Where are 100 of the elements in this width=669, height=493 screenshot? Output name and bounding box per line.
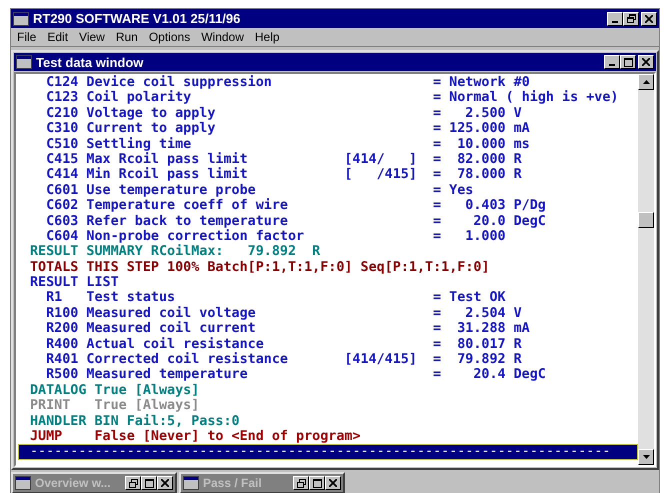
equals-sign: = [433,214,442,229]
unit: V [514,306,522,322]
unit: R [514,152,522,168]
unit: DegC [514,367,546,383]
parameter-code: R401 [46,352,80,368]
line-text: True [Always] [94,398,200,414]
parameter-value: 2.500 [464,106,506,122]
parameter-value: 80.017 [456,336,506,352]
equals-sign: = [433,228,442,244]
parameter-label: Max Rcoil pass limit [86,152,249,167]
menu-item[interactable]: Run [116,30,138,44]
menu-item[interactable]: Options [148,30,190,44]
minimize-button[interactable] [607,12,623,26]
close-button[interactable] [325,476,341,490]
parameter-code: C123 [46,90,80,106]
maximize-icon [624,58,632,66]
equals-sign: = [433,167,442,183]
parameter-value: 82.000 [456,152,506,168]
restore-button[interactable] [293,476,309,490]
equals-sign: = [433,136,442,152]
parameter-label: Measured temperature [86,367,249,383]
limit-range: [414/ ] [344,152,418,168]
limit-range: [414/415] [344,352,418,368]
unit: V [514,106,522,122]
parameter-label: Device coil suppression [86,75,273,90]
unit: R [514,167,522,183]
minimize-button[interactable] [604,55,620,69]
parameter-label: Current to apply [86,121,216,137]
unit: R [514,336,522,352]
close-button[interactable] [157,476,173,490]
menu-item[interactable]: Window [201,30,244,44]
parameter-value: Network #0 [449,75,530,90]
menu-item[interactable]: View [79,30,105,44]
parameter-label: Use temperature probe [86,182,257,198]
parameter-code: R200 [46,321,80,337]
keyword: JUMP [30,428,64,444]
close-button[interactable] [641,12,657,26]
unit: mA [514,321,530,337]
parameter-label: Coil polarity [86,90,192,106]
maximize-button[interactable] [309,476,325,490]
restore-button[interactable] [125,476,141,490]
close-icon [329,479,337,487]
keyword: HANDLER [30,414,86,429]
line-text: THIS STEP 100% Batch[P:1,T:1,F:0] Seq[P:1,T:1,F:0] [86,260,490,276]
scroll-up-button[interactable] [638,74,654,90]
parameter-value: 20.4 [472,367,506,383]
parameter-value: 0.403 [464,198,506,214]
parameter-value: 31.288 [456,321,506,337]
maximize-icon [312,478,322,488]
parameter-value: 10.000 [456,136,506,152]
menu-item[interactable]: Help [254,30,280,44]
minimize-icon [612,20,618,22]
scroll-down-button[interactable] [638,449,654,465]
keyword: PRINT [30,398,72,414]
parameter-label: Min Rcoil pass limit [86,167,249,183]
parameter-code: R500 [46,367,80,383]
keyword: TOTALS [30,260,78,276]
summary-value: 79.892 [248,244,296,260]
window-title: Test data window [36,54,144,70]
vertical-scrollbar[interactable] [638,74,654,465]
parameter-code: C604 [46,228,80,244]
menu-item[interactable]: File [17,30,36,44]
parameter-label: Corrected coil resistance [86,352,289,368]
equals-sign: = [433,321,442,337]
window-title: Overview w... [35,476,112,490]
parameter-label: Refer back to temperature [86,214,289,229]
scroll-thumb[interactable] [638,212,654,228]
maximize-button[interactable] [620,55,636,69]
close-icon [645,14,653,22]
parameter-code: R400 [46,336,80,352]
unit: R [312,244,320,260]
parameter-code: R1 [46,290,64,306]
parameter-value: 20.0 [472,214,506,229]
equals-sign: = [433,306,442,322]
parameter-value: Normal ( high is +ve) [449,90,618,106]
window-icon [15,476,31,490]
parameter-label: Temperature coeff of wire [86,198,289,214]
parameter-label: Non-probe correction factor [86,228,306,244]
keyword: DATALOG [30,382,86,398]
keyword: RESULT [30,244,78,260]
parameter-code: C310 [46,121,80,137]
menu-item[interactable]: Edit [47,30,68,44]
parameter-code: C210 [46,106,80,122]
equals-sign: = [433,290,442,306]
line-text: BIN Fail:5, Pass:0 [94,414,240,429]
equals-sign: = [433,182,442,198]
unit: mA [514,121,530,137]
parameter-value: 125.000 [449,121,506,137]
equals-sign: = [433,90,442,106]
parameter-label: Settling time [86,136,192,152]
down-arrow-icon [642,455,650,459]
minimize-icon [609,64,615,66]
parameter-code: C510 [46,136,80,152]
restore-icon [296,478,306,488]
restore-button[interactable] [623,12,639,26]
close-button[interactable] [638,55,654,69]
parameter-code: C124 [46,75,80,90]
maximize-button[interactable] [141,476,157,490]
parameter-value: Test OK [449,290,506,306]
line-text: LIST [86,275,119,290]
